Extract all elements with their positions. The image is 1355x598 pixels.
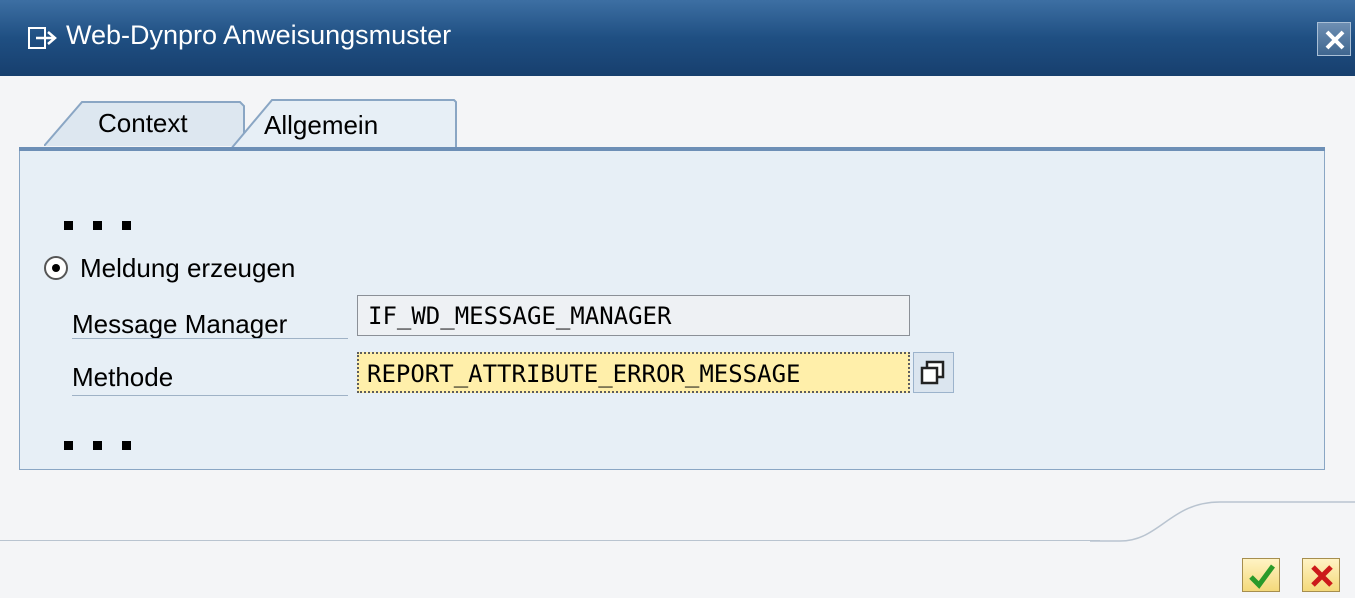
message-manager-field: IF_WD_MESSAGE_MANAGER (357, 295, 910, 336)
footer-divider (0, 540, 1100, 541)
checkmark-icon (1249, 564, 1275, 589)
value-help-icon (920, 360, 945, 385)
tab-strip-line (19, 147, 1325, 151)
message-manager-label: Message Manager (72, 309, 288, 339)
cancel-x-icon (1311, 565, 1333, 587)
tab-allgemein-label: Allgemein (264, 110, 379, 140)
ellipsis-top (64, 206, 151, 237)
dialog-titlebar: Web-Dynpro Anweisungsmuster (0, 0, 1355, 76)
dialog-title: Web-Dynpro Anweisungsmuster (66, 20, 452, 50)
footer-divider-curve (1090, 501, 1355, 542)
cancel-button[interactable] (1302, 558, 1340, 592)
close-button[interactable] (1317, 22, 1351, 56)
window-pointer-icon (28, 25, 58, 51)
value-help-button[interactable] (913, 352, 954, 393)
confirm-button[interactable] (1242, 558, 1280, 592)
label-divider (72, 395, 348, 396)
close-icon (1325, 30, 1345, 50)
tab-allgemein[interactable]: Allgemein (230, 98, 458, 150)
ellipsis-bottom (64, 426, 151, 457)
meldung-erzeugen-radio[interactable] (44, 256, 68, 280)
methode-label: Methode (72, 362, 174, 392)
label-divider (72, 338, 348, 339)
methode-field[interactable]: REPORT_ATTRIBUTE_ERROR_MESSAGE (357, 352, 910, 393)
meldung-erzeugen-label: Meldung erzeugen (80, 253, 296, 283)
tab-context-label: Context (98, 108, 188, 138)
